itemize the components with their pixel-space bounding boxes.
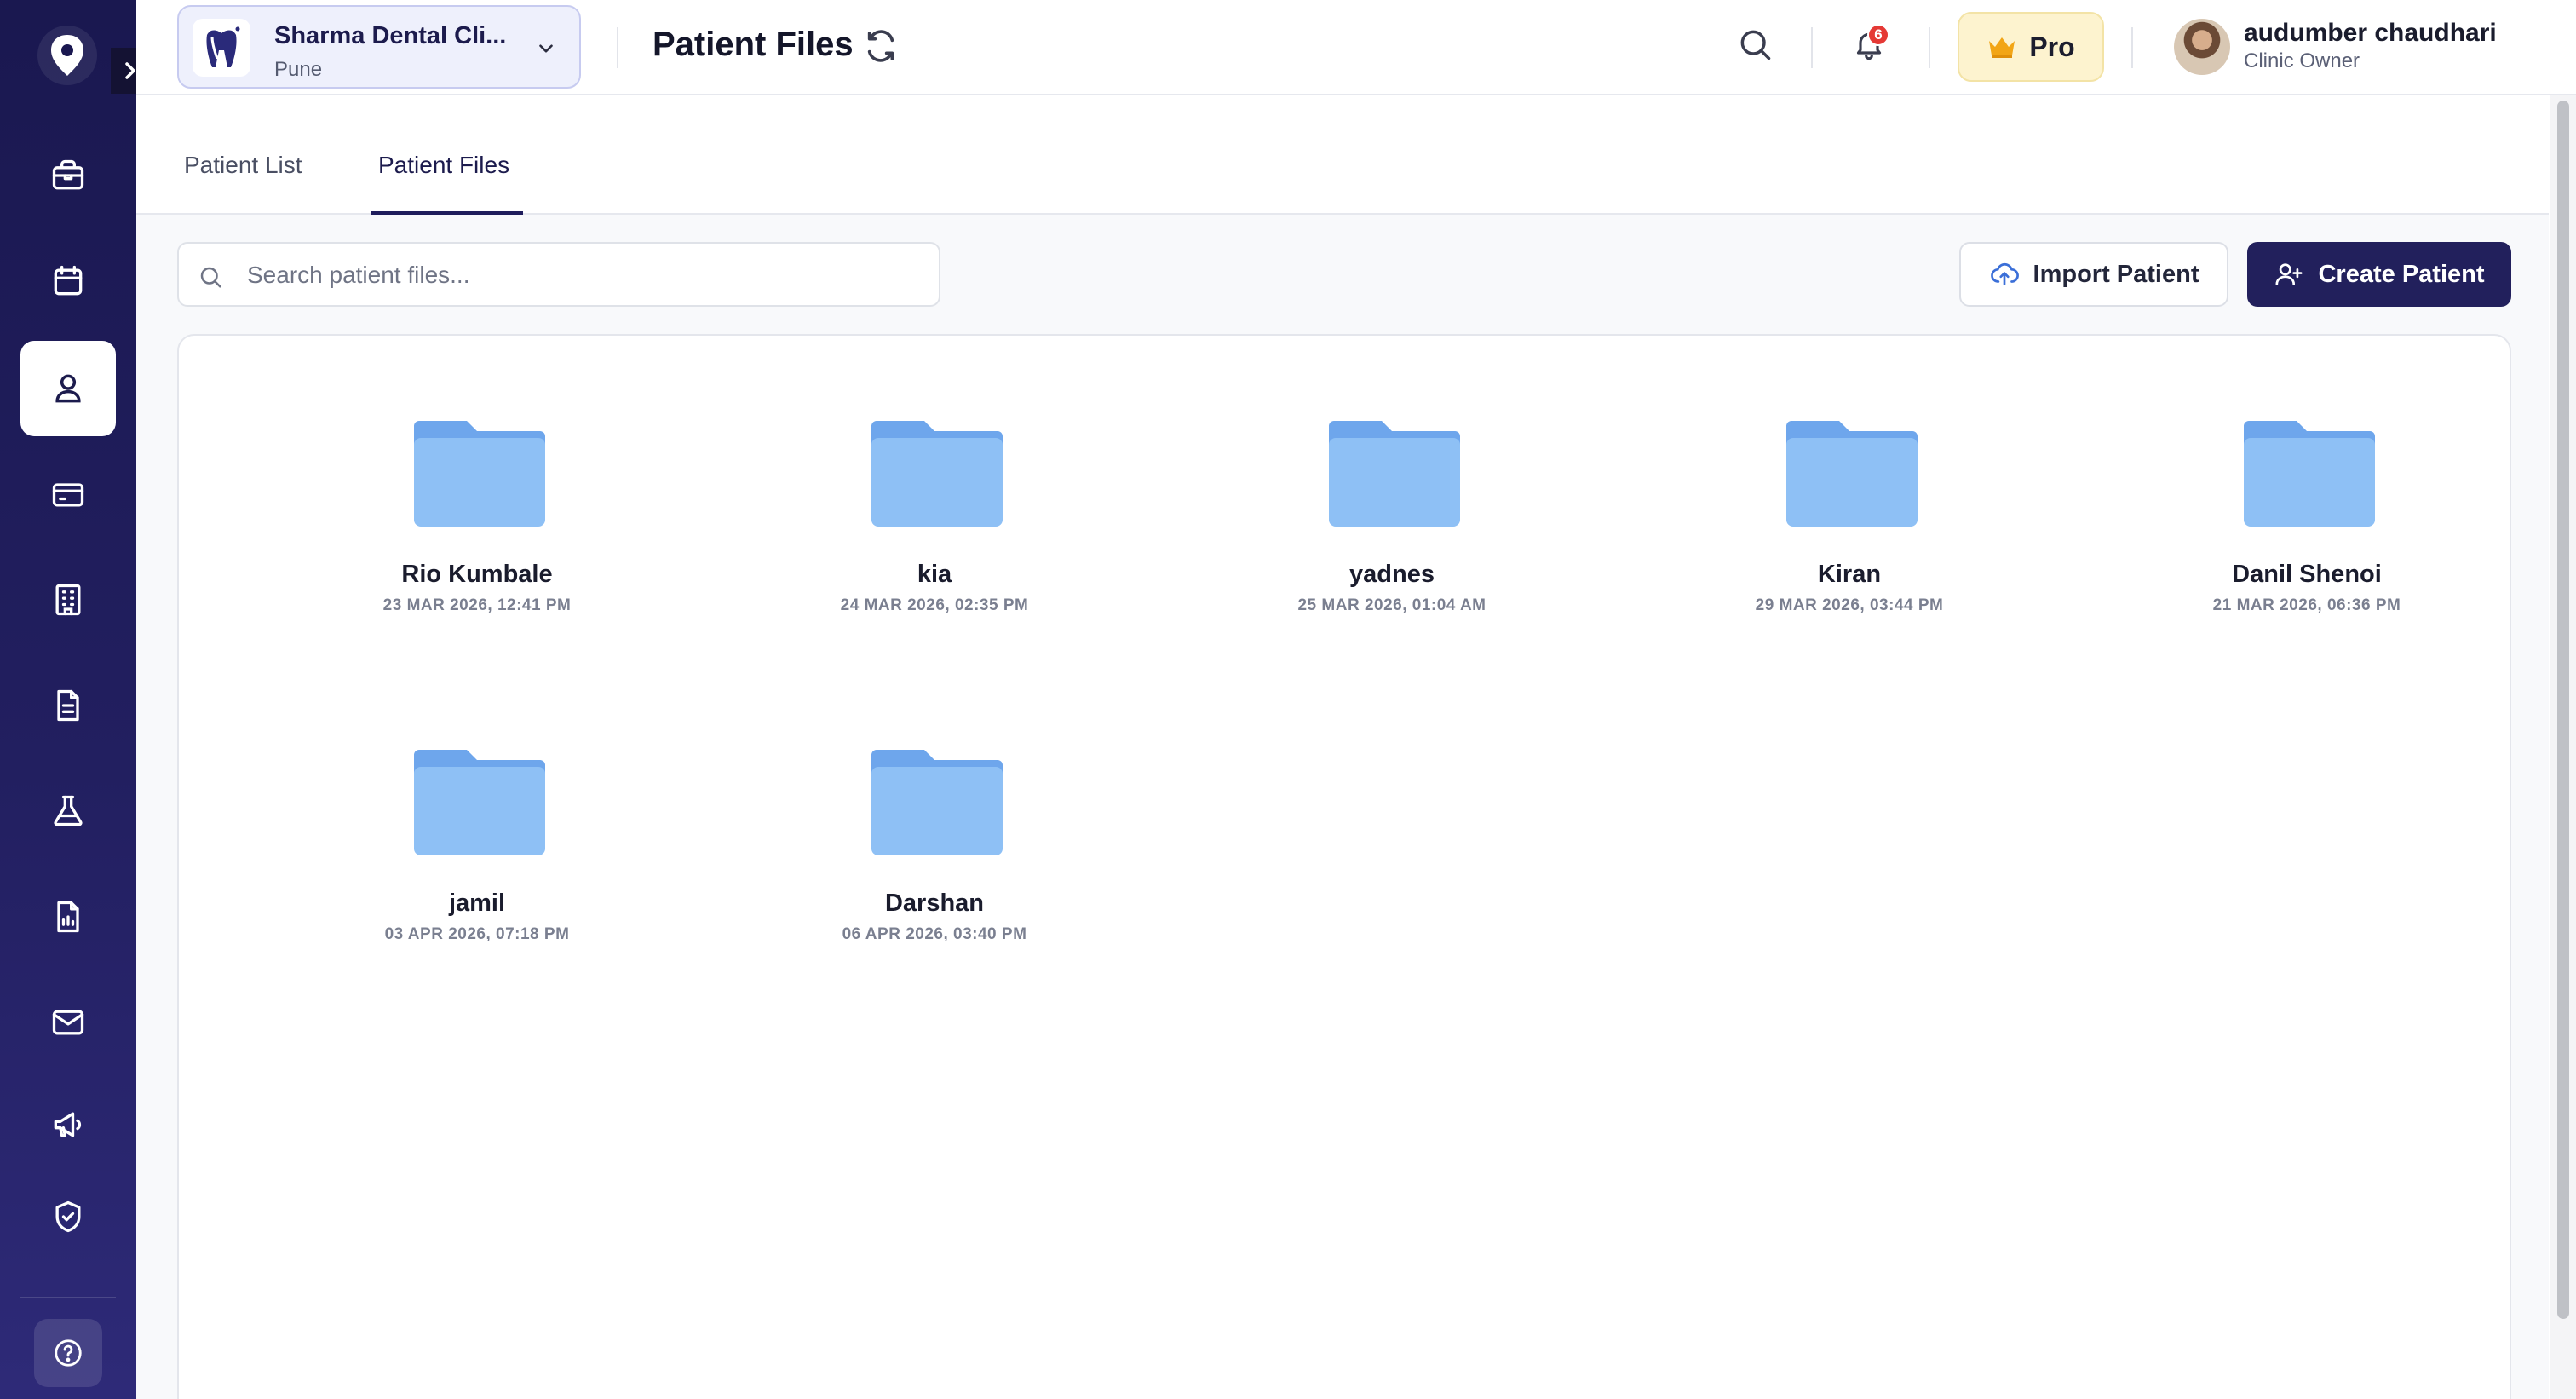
briefcase-icon bbox=[52, 159, 84, 190]
folder-date: 23 MAR 2026, 12:41 PM bbox=[382, 596, 572, 614]
sidebar-item-patients[interactable] bbox=[20, 341, 116, 436]
user-role: Clinic Owner bbox=[2244, 49, 2360, 72]
folder-card[interactable]: jamil 03 APR 2026, 07:18 PM bbox=[349, 750, 605, 988]
sidebar-item-calendar[interactable] bbox=[20, 233, 116, 329]
sidebar-item-mail[interactable] bbox=[20, 975, 116, 1070]
user-icon bbox=[55, 374, 81, 403]
megaphone-icon bbox=[54, 1112, 82, 1137]
header-divider bbox=[2131, 27, 2133, 68]
folder-date: 21 MAR 2026, 06:36 PM bbox=[2212, 596, 2401, 614]
user-name: audumber chaudhari bbox=[2244, 19, 2497, 47]
sidebar-item-reports[interactable] bbox=[20, 869, 116, 964]
folder-date: 29 MAR 2026, 03:44 PM bbox=[1755, 596, 1944, 614]
tab-bar: Patient List Patient Files bbox=[136, 95, 2549, 215]
folder-name: jamil bbox=[448, 889, 506, 917]
search-field[interactable] bbox=[177, 242, 940, 307]
tab-patient-list[interactable]: Patient List bbox=[184, 152, 302, 179]
chevron-down-icon bbox=[539, 44, 553, 53]
top-header: Sharma Dental Cli... Pune Patient Files … bbox=[136, 0, 2576, 95]
folder-name: yadnes bbox=[1349, 561, 1435, 588]
help-button[interactable] bbox=[34, 1319, 102, 1387]
app-logo[interactable] bbox=[37, 26, 97, 85]
help-icon bbox=[55, 1339, 82, 1367]
folder-card[interactable]: Darshan 06 APR 2026, 03:40 PM bbox=[807, 750, 1062, 988]
avatar[interactable] bbox=[2174, 19, 2230, 75]
folder-card[interactable]: Kiran 29 MAR 2026, 03:44 PM bbox=[1722, 421, 1977, 659]
folder-icon bbox=[871, 750, 1003, 855]
header-divider bbox=[617, 27, 618, 68]
main-content: Import Patient Create Patient Rio Kumbal… bbox=[136, 215, 2549, 1399]
search-icon bbox=[200, 267, 221, 288]
folder-name: Rio Kumbale bbox=[401, 561, 553, 588]
page-title: Patient Files bbox=[653, 26, 854, 63]
folder-date: 25 MAR 2026, 01:04 AM bbox=[1297, 596, 1486, 614]
clinic-logo bbox=[193, 19, 250, 77]
header-divider bbox=[1929, 27, 1930, 68]
folder-name: Danil Shenoi bbox=[2232, 561, 2382, 588]
import-patient-button[interactable]: Import Patient bbox=[1959, 242, 2228, 307]
folder-card[interactable]: Danil Shenoi 21 MAR 2026, 06:36 PM bbox=[2179, 421, 2435, 659]
folder-icon bbox=[1329, 421, 1460, 527]
crown-icon bbox=[1989, 37, 2015, 58]
sidebar-item-documents[interactable] bbox=[20, 658, 116, 753]
scrollbar-thumb[interactable] bbox=[2557, 101, 2569, 1319]
sidebar-item-lab[interactable] bbox=[20, 763, 116, 859]
search-icon[interactable] bbox=[1736, 26, 1774, 63]
tooth-logo-icon bbox=[206, 26, 240, 67]
folder-icon bbox=[871, 421, 1003, 527]
folder-card[interactable]: yadnes 25 MAR 2026, 01:04 AM bbox=[1264, 421, 1520, 659]
search-input[interactable] bbox=[247, 256, 911, 295]
folder-card[interactable]: kia 24 MAR 2026, 02:35 PM bbox=[807, 421, 1062, 659]
folder-icon bbox=[2244, 421, 2375, 527]
folder-date: 24 MAR 2026, 02:35 PM bbox=[840, 596, 1029, 614]
pro-label: Pro bbox=[2029, 31, 2075, 62]
sidebar-item-clinic[interactable] bbox=[20, 552, 116, 648]
shield-check-icon bbox=[55, 1200, 81, 1233]
sidebar bbox=[0, 0, 150, 1399]
sidebar-divider bbox=[20, 1297, 116, 1298]
clinic-name: Sharma Dental Cli... bbox=[274, 22, 507, 49]
document-icon bbox=[57, 689, 79, 722]
folder-date: 03 APR 2026, 07:18 PM bbox=[384, 925, 570, 943]
refresh-icon[interactable] bbox=[864, 29, 898, 63]
report-icon bbox=[57, 901, 79, 933]
folder-icon bbox=[414, 421, 545, 527]
header-divider bbox=[1811, 27, 1813, 68]
sidebar-item-briefcase[interactable] bbox=[20, 128, 116, 223]
folder-date: 06 APR 2026, 03:40 PM bbox=[842, 925, 1027, 943]
patient-files-grid: Rio Kumbale 23 MAR 2026, 12:41 PM kia 24… bbox=[177, 334, 2511, 1399]
tab-patient-files[interactable]: Patient Files bbox=[378, 152, 509, 179]
billing-card-icon bbox=[52, 483, 84, 507]
create-patient-label: Create Patient bbox=[2318, 260, 2485, 288]
calendar-icon bbox=[54, 265, 83, 296]
folder-icon bbox=[1786, 421, 1918, 527]
folder-name: kia bbox=[917, 561, 952, 588]
pro-button[interactable]: Pro bbox=[1958, 12, 2104, 82]
create-patient-button[interactable]: Create Patient bbox=[2247, 242, 2511, 307]
vertical-scrollbar[interactable] bbox=[2550, 95, 2576, 1399]
sidebar-item-billing[interactable] bbox=[20, 446, 116, 542]
sidebar-item-security[interactable] bbox=[20, 1169, 116, 1264]
mail-icon bbox=[52, 1010, 84, 1035]
folder-name: Darshan bbox=[884, 889, 985, 917]
lab-flask-icon bbox=[54, 795, 83, 826]
cloud-upload-icon bbox=[1990, 263, 2019, 285]
building-icon bbox=[55, 584, 81, 616]
tooth-logo-icon bbox=[51, 35, 83, 76]
notification-badge: 6 bbox=[1867, 24, 1889, 46]
folder-icon bbox=[414, 750, 545, 855]
clinic-city: Pune bbox=[274, 58, 323, 81]
folder-card[interactable]: Rio Kumbale 23 MAR 2026, 12:41 PM bbox=[349, 421, 605, 659]
user-plus-icon bbox=[2275, 263, 2303, 285]
sidebar-item-marketing[interactable] bbox=[20, 1077, 116, 1172]
import-patient-label: Import Patient bbox=[2033, 260, 2199, 288]
folder-name: Kiran bbox=[1817, 561, 1882, 588]
clinic-selector[interactable]: Sharma Dental Cli... Pune bbox=[177, 5, 581, 89]
